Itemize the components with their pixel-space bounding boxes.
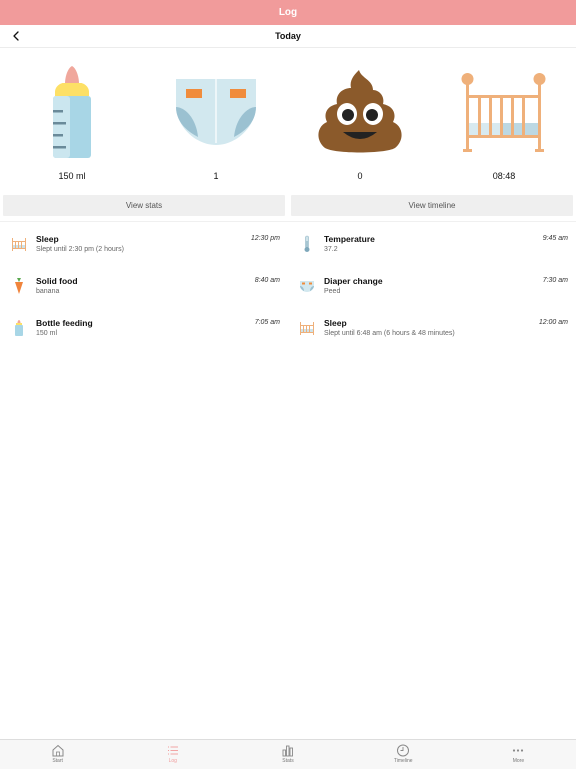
summary-diaper: 1 [144,60,288,186]
tab-more[interactable]: More [461,740,576,769]
summary-sleep-value: 08:48 [492,171,516,181]
log-entry[interactable]: Sleep Slept until 6:48 am (6 hours & 48 … [298,318,568,358]
baby-bottle-icon [15,320,23,336]
entry-time: 9:45 am [542,235,568,242]
entry-detail: Slept until 2:30 pm (2 hours) [36,246,124,253]
summary-feeding: 150 ml [0,60,144,186]
crib-icon [12,238,26,251]
carrot-icon [15,278,23,294]
tab-timeline[interactable]: Timeline [346,740,461,769]
entry-time: 8:40 am [254,277,280,284]
entry-title: Temperature [324,234,375,244]
page-title: Today [275,31,301,41]
entry-detail: 37.2 [324,246,338,253]
entry-time: 12:30 pm [250,235,280,242]
entry-title: Sleep [36,234,59,244]
entry-detail: Slept until 6:48 am (6 hours & 48 minute… [324,330,455,337]
entry-title: Sleep [324,318,347,328]
thermometer-icon [304,235,310,252]
log-entry[interactable]: Solid food banana 8:40 am [10,276,280,316]
divider [0,221,576,222]
entry-title: Diaper change [324,276,383,286]
summary-diaper-value: 1 [213,171,219,181]
view-stats-button[interactable]: View stats [3,195,285,216]
summary-feeding-value: 150 ml [58,171,86,181]
tab-label: Timeline [393,758,413,764]
crib-icon [461,73,546,152]
tab-log[interactable]: Log [115,740,230,769]
more-dots-icon [513,749,524,752]
tab-start[interactable]: Start [0,740,115,769]
log-entry[interactable]: Diaper change Peed 7:30 am [298,276,568,316]
nav-bar: Today [0,25,576,48]
tab-label: Log [168,758,177,764]
clock-icon [397,744,410,757]
entry-title: Bottle feeding [36,318,93,328]
log-entry[interactable]: Bottle feeding 150 ml 7:05 am [10,318,280,358]
list-icon [167,746,178,755]
diaper-icon [300,280,314,292]
tab-label: Start [52,758,63,764]
summary-poop-value: 0 [357,171,363,181]
poop-icon [318,70,402,153]
chevron-left-icon [13,31,19,41]
log-entry[interactable]: Temperature 37.2 9:45 am [298,234,568,274]
tab-label: More [512,758,525,764]
bar-chart-icon [282,745,293,757]
app-title: Log [278,7,298,18]
house-icon [52,744,64,757]
tab-bar: Start Log Stats Timeline More [0,739,576,769]
tab-label: Stats [282,758,294,764]
app-header: Log [0,0,576,25]
tab-stats[interactable]: Stats [230,740,345,769]
view-timeline-button[interactable]: View timeline [291,195,573,216]
baby-bottle-icon [53,66,91,158]
diaper-icon [176,79,256,145]
entry-time: 12:00 am [538,319,568,326]
log-entry[interactable]: Sleep Slept until 2:30 pm (2 hours) 12:3… [10,234,280,274]
entry-time: 7:30 am [542,277,568,284]
back-button[interactable] [8,28,24,44]
entry-time: 7:05 am [254,319,280,326]
daily-summary: 150 ml 1 0 08:48 [0,60,576,186]
entry-detail: banana [36,288,60,295]
summary-sleep: 08:48 [432,60,576,186]
summary-poop: 0 [288,60,432,186]
entry-detail: Peed [324,288,341,295]
crib-icon [300,322,314,335]
entry-detail: 150 ml [36,330,58,337]
entry-title: Solid food [36,276,78,286]
